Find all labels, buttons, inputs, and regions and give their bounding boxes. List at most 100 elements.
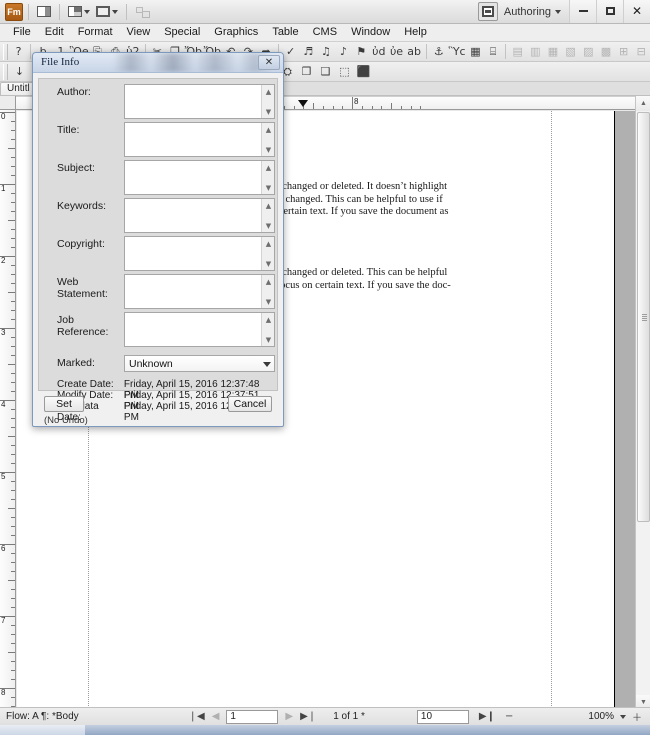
screen-mode-button[interactable] — [66, 3, 92, 21]
field-scroll-up-icon[interactable]: ▲ — [262, 86, 275, 97]
field-scroll-down-icon[interactable]: ▼ — [262, 144, 275, 155]
framemaker-window: Fm Authoring ✕ File Edit Format View Special — [0, 0, 650, 735]
marked-select[interactable]: Unknown — [124, 355, 275, 372]
ruler-minor-tick — [362, 106, 363, 109]
field-scrollbar[interactable]: ▲ ▼ — [261, 161, 274, 194]
workspace-chevron-down-icon[interactable] — [555, 10, 561, 14]
menu-item-table[interactable]: Table — [265, 24, 305, 41]
menu-item-window[interactable]: Window — [344, 24, 397, 41]
group-icon[interactable]: ❐ — [298, 63, 315, 80]
footnote-icon[interactable]: ♬ — [300, 43, 316, 60]
toolbar-grip[interactable] — [3, 44, 8, 60]
field-scroll-up-icon[interactable]: ▲ — [262, 200, 275, 211]
set-button[interactable]: Set — [44, 396, 84, 412]
field-scroll-down-icon[interactable]: ▼ — [262, 296, 275, 307]
file-info-dialog[interactable]: File Info ✕ Author: ▲ ▼ Title: ▲ ▼ Subject: ▲ ▼ K… — [32, 52, 284, 427]
goto-page-input[interactable]: 10 — [417, 710, 469, 724]
document-vertical-scrollbar[interactable]: ▲ ▼ — [635, 96, 650, 710]
dialog-close-icon[interactable]: ✕ — [258, 55, 280, 70]
workspace-switcher-icon[interactable] — [478, 2, 498, 21]
replace-icon[interactable]: ὐe — [389, 43, 405, 60]
vruler-minor-tick — [11, 355, 15, 356]
help-icon[interactable]: ? — [11, 43, 27, 60]
align-icon[interactable]: ⬚ — [336, 63, 353, 80]
anchor-icon[interactable]: ⚓ — [431, 43, 447, 60]
field-scroll-down-icon[interactable]: ▼ — [262, 334, 275, 345]
maximize-button[interactable] — [596, 0, 623, 23]
field-input-subject[interactable]: ▲ ▼ — [124, 160, 275, 195]
ungroup-icon[interactable]: ❑ — [317, 63, 334, 80]
marker-icon[interactable]: ⚑ — [353, 43, 369, 60]
goto-page-icon[interactable]: ▶❙ — [479, 711, 495, 722]
find-icon[interactable]: ὐd — [371, 43, 387, 60]
vertical-ruler[interactable]: 0 1 2 3 4 5 6 7 8 — [0, 110, 16, 710]
dialog-titlebar[interactable]: File Info ✕ — [33, 53, 283, 73]
minimize-button[interactable] — [569, 0, 596, 23]
field-scrollbar[interactable]: ▲ ▼ — [261, 313, 274, 346]
vruler-tick-label: 3 — [1, 329, 5, 337]
field-scrollbar[interactable]: ▲ ▼ — [261, 85, 274, 118]
field-input-copyright[interactable]: ▲ ▼ — [124, 236, 275, 271]
close-button[interactable]: ✕ — [623, 0, 650, 23]
field-scroll-up-icon[interactable]: ▲ — [262, 314, 275, 325]
ruler-minor-tick — [391, 103, 392, 109]
field-input-author[interactable]: ▲ ▼ — [124, 84, 275, 119]
cancel-button[interactable]: Cancel — [228, 396, 272, 412]
chevron-down-icon[interactable] — [263, 362, 271, 367]
first-page-icon[interactable]: ❘◀ — [189, 711, 205, 722]
vruler-minor-tick — [11, 481, 15, 482]
field-scrollbar[interactable]: ▲ ▼ — [261, 199, 274, 232]
tab-stop-marker[interactable] — [298, 100, 308, 107]
menu-item-format[interactable]: Format — [71, 24, 120, 41]
field-scrollbar[interactable]: ▲ ▼ — [261, 275, 274, 308]
menu-item-cms[interactable]: CMS — [306, 24, 344, 41]
toolbar-grip[interactable] — [3, 64, 8, 80]
field-scroll-down-icon[interactable]: ▼ — [262, 220, 275, 231]
menu-item-special[interactable]: Special — [157, 24, 207, 41]
page-number-input[interactable]: 1 — [226, 710, 278, 724]
workspace-label[interactable]: Authoring — [504, 6, 551, 18]
field-input-title[interactable]: ▲ ▼ — [124, 122, 275, 157]
zoom-chevron-down-icon[interactable] — [620, 715, 626, 719]
anchored-frame-icon[interactable]: Ὓc — [449, 43, 466, 60]
last-page-icon[interactable]: ▶❘ — [300, 711, 316, 722]
menu-item-graphics[interactable]: Graphics — [207, 24, 265, 41]
field-scroll-down-icon[interactable]: ▼ — [262, 258, 275, 269]
thesaurus-icon[interactable]: ab — [406, 43, 422, 60]
field-scroll-up-icon[interactable]: ▲ — [262, 238, 275, 249]
zoom-out-icon[interactable]: − — [505, 711, 513, 722]
field-input-jobreference[interactable]: ▲ ▼ — [124, 312, 275, 347]
variable-icon[interactable]: ♪ — [336, 43, 352, 60]
quick-element-icon[interactable]: ↓ — [11, 63, 28, 80]
field-scroll-down-icon[interactable]: ▼ — [262, 106, 275, 117]
field-scrollbar[interactable]: ▲ ▼ — [261, 237, 274, 270]
vruler-tick-label: 1 — [1, 185, 5, 193]
insert-table-icon[interactable]: ▦ — [468, 43, 484, 60]
menu-item-edit[interactable]: Edit — [38, 24, 71, 41]
field-scroll-up-icon[interactable]: ▲ — [262, 276, 275, 287]
field-scrollbar[interactable]: ▲ ▼ — [261, 123, 274, 156]
zoom-in-icon[interactable]: ＋ — [632, 709, 642, 724]
spell-check-icon[interactable]: ✓ — [283, 43, 299, 60]
field-scroll-down-icon[interactable]: ▼ — [262, 182, 275, 193]
scroll-up-icon[interactable]: ▲ — [636, 96, 650, 111]
field-scroll-up-icon[interactable]: ▲ — [262, 124, 275, 135]
field-input-keywords[interactable]: ▲ ▼ — [124, 198, 275, 233]
zoom-level-label[interactable]: 100% — [588, 711, 614, 722]
layout-toggle-button[interactable] — [35, 3, 53, 21]
next-page-icon[interactable]: ▶ — [285, 711, 293, 722]
menu-item-help[interactable]: Help — [397, 24, 434, 41]
arrange-pods-button[interactable] — [133, 3, 151, 21]
field-scroll-up-icon[interactable]: ▲ — [262, 162, 275, 173]
table-format-icon[interactable]: ⌸ — [485, 43, 501, 60]
scrollbar-thumb[interactable] — [637, 112, 650, 522]
panel-layout-icon — [37, 6, 51, 17]
previous-page-icon[interactable]: ◀ — [212, 711, 220, 722]
field-input-webstatement[interactable]: ▲ ▼ — [124, 274, 275, 309]
distribute-icon[interactable]: ⬛ — [355, 63, 372, 80]
cross-reference-icon[interactable]: ♫ — [318, 43, 334, 60]
vruler-minor-tick — [11, 310, 15, 311]
view-options-button[interactable] — [94, 3, 120, 21]
menu-item-view[interactable]: View — [120, 24, 158, 41]
menu-item-file[interactable]: File — [6, 24, 38, 41]
